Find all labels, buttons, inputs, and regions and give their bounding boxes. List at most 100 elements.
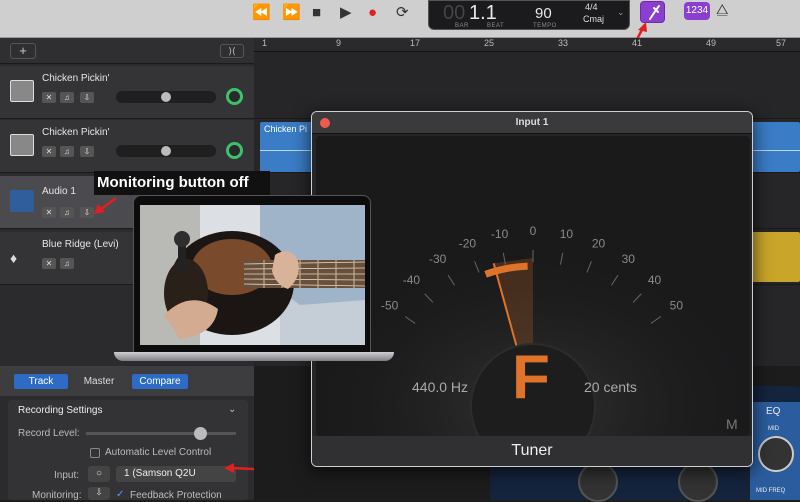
amp-knob[interactable] [578, 462, 618, 502]
cents-readout: 20 cents [584, 379, 637, 395]
solo-headphones-icon[interactable]: ♫ [60, 92, 74, 103]
amp-knob[interactable] [678, 462, 718, 502]
track-header[interactable]: Chicken Pickin' ✕ ♫ ⇩ [0, 66, 254, 119]
lcd-tempo: 90 [535, 5, 552, 22]
timeline-ruler[interactable]: 1 9 17 25 33 41 49 57 [254, 38, 800, 52]
reference-frequency[interactable]: 440.0 Hz [412, 379, 468, 395]
solo-headphones-icon[interactable]: ♫ [60, 207, 74, 218]
lcd-position: 1.1 [469, 2, 497, 24]
lcd-leading-digits: 00 [443, 2, 466, 24]
chevron-down-icon[interactable]: ⌄ [617, 7, 625, 18]
rewind-button[interactable]: ⏪ [252, 4, 271, 22]
lcd-key: Cmaj [583, 14, 605, 24]
tuner-scale-label: 40 [648, 273, 662, 287]
track-name: Chicken Pickin' [42, 73, 110, 84]
record-button[interactable]: ● [368, 4, 377, 22]
compare-button[interactable]: Compare [132, 374, 188, 389]
monitoring-button[interactable]: ⇩ [88, 487, 110, 500]
laptop-photo [133, 195, 371, 355]
amp-icon [10, 80, 34, 102]
record-level-slider[interactable] [86, 427, 236, 440]
monitoring-label: Monitoring: [32, 490, 82, 501]
tab-track[interactable]: Track [14, 374, 68, 389]
volume-slider[interactable] [116, 145, 216, 157]
fast-forward-button[interactable]: ⏩ [282, 4, 301, 22]
count-in-button[interactable]: 1234 [684, 2, 710, 20]
ruler-tick: 57 [776, 38, 787, 48]
track-header-toolbar: + ⟩⟨ [0, 38, 254, 64]
play-button[interactable]: ▶ [340, 4, 352, 22]
tuner-mode-letter[interactable]: M [726, 416, 738, 432]
tuner-scale-label: 10 [560, 227, 574, 241]
track-header[interactable]: Chicken Pickin' ✕ ♫ ⇩ [0, 120, 254, 173]
mute-icon[interactable]: ✕ [42, 92, 56, 103]
ruler-tick: 25 [484, 38, 495, 48]
lcd-tempo-label: TEMPO [533, 23, 557, 29]
tuner-scale-label: 30 [622, 252, 636, 266]
lcd-display[interactable]: 00 1.1 BAR BEAT 90 TEMPO 4/4 Cmaj ⌄ [428, 0, 630, 30]
tuner-title: Input 1 [312, 112, 752, 134]
stop-button[interactable]: ■ [312, 4, 321, 22]
tuner-scale-label: 20 [592, 237, 606, 251]
tuner-footer: Tuner [312, 436, 752, 466]
solo-headphones-icon[interactable]: ♫ [60, 258, 74, 269]
lcd-timesig: 4/4 [585, 2, 598, 12]
ruler-tick: 41 [632, 38, 643, 48]
mid-freq-label: MID FREQ [756, 488, 786, 494]
track-name: Blue Ridge (Levi) [42, 239, 119, 250]
track-name: Audio 1 [42, 186, 76, 197]
eq-label: EQ [766, 406, 781, 417]
input-label: Input: [54, 470, 80, 481]
tuner-scale-label: -50 [381, 299, 399, 313]
lcd-beat-label: BEAT [487, 23, 505, 29]
recording-settings-panel: Recording Settings ⌄ Record Level: Autom… [8, 400, 297, 501]
amp-icon [10, 134, 34, 156]
tuner-scale-label: -10 [491, 227, 509, 241]
drums-icon: ♦ [10, 250, 18, 266]
tuner-face: -50 -40 -30 -20 -10 0 10 20 30 40 50 440.0 Hz F 20… [316, 136, 750, 466]
arrow-annotation [94, 197, 117, 214]
auto-level-checkbox[interactable] [90, 448, 100, 458]
guitar-photo [140, 205, 365, 345]
mute-icon[interactable]: ✕ [42, 258, 56, 269]
tuner-note: F [512, 343, 550, 412]
pan-knob[interactable] [226, 88, 243, 105]
tuner-scale-label: 0 [530, 224, 537, 238]
control-bar: ⏪ ⏩ ■ ▶ ● ⟳ 00 1.1 BAR BEAT 90 TEMPO 4/4… [0, 0, 800, 57]
eq-panel: EQ MID MID FREQ [750, 402, 800, 500]
mute-icon[interactable]: ✕ [42, 146, 56, 157]
mid-knob[interactable] [758, 436, 794, 472]
volume-slider[interactable] [116, 91, 216, 103]
ruler-tick: 17 [410, 38, 421, 48]
chevron-down-icon[interactable]: ⌄ [228, 404, 236, 415]
metronome-icon[interactable]: ⧋ [716, 1, 729, 18]
tuner-scale-label: -40 [403, 273, 421, 287]
drummer-region[interactable] [750, 232, 800, 282]
tuner-scale-label: -30 [429, 252, 447, 266]
section-title: Recording Settings [18, 405, 103, 416]
add-track-button[interactable]: + [10, 43, 36, 59]
checkmark-icon[interactable]: ✓ [116, 489, 124, 500]
lcd-bar-label: BAR [455, 23, 469, 29]
catch-playhead-icon[interactable]: ⟩⟨ [220, 44, 244, 58]
mute-icon[interactable]: ✕ [42, 207, 56, 218]
pan-knob[interactable] [226, 142, 243, 159]
ruler-tick: 33 [558, 38, 569, 48]
close-icon[interactable] [320, 118, 330, 128]
waveform-icon [10, 190, 34, 212]
input-format-button[interactable]: ○ [88, 466, 110, 482]
tuner-window: Input 1 -50 -40 -30 -20 -10 0 10 20 30 40 50 440.0… [311, 111, 753, 467]
tuner-scale-label: -20 [459, 237, 477, 251]
auto-level-label: Automatic Level Control [105, 447, 212, 458]
solo-headphones-icon[interactable]: ♫ [60, 146, 74, 157]
input-monitor-icon[interactable]: ⇩ [80, 146, 94, 157]
tab-master[interactable]: Master [74, 374, 124, 389]
input-monitor-icon[interactable]: ⇩ [80, 92, 94, 103]
inspector-tabs: Track Master Compare [0, 366, 254, 396]
region-label: Chicken Pi [264, 124, 308, 134]
annotation-callout: Monitoring button off [94, 171, 270, 195]
cycle-button[interactable]: ⟳ [396, 4, 409, 22]
record-level-label: Record Level: [18, 428, 80, 439]
tuner-scale-label: 50 [670, 299, 684, 313]
laptop-base [114, 352, 394, 361]
